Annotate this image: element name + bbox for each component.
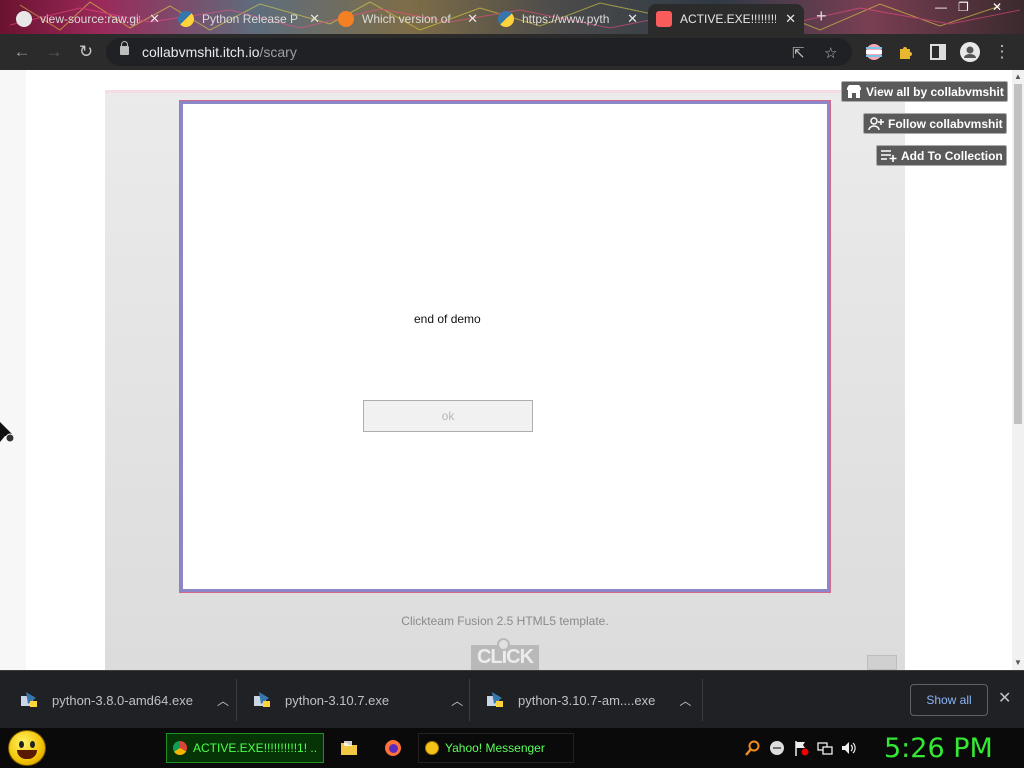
minimize-button[interactable]: —: [935, 0, 947, 14]
lock-icon: [120, 41, 129, 55]
network-icon[interactable]: [817, 740, 833, 756]
tab-active-exe[interactable]: ACTIVE.EXE!!!!!!!!!!1! ✕: [648, 4, 804, 34]
maximize-button[interactable]: ❐: [958, 0, 969, 14]
taskbar-item-label: ACTIVE.EXE!!!!!!!!!!1! ...: [193, 741, 317, 755]
page-viewport: end of demo ok Clickteam Fusion 2.5 HTML…: [0, 70, 1024, 670]
clickteam-credit: Clickteam Fusion 2.5 HTML5 template.: [401, 614, 609, 628]
url-text[interactable]: collabvmshit.itch.io/scary: [142, 44, 297, 60]
reload-icon[interactable]: ↻: [76, 42, 96, 62]
download-shelf: python-3.8.0-amd64.exe ︿ python-3.10.7.e…: [0, 670, 1024, 728]
game-frame: end of demo ok Clickteam Fusion 2.5 HTML…: [105, 90, 905, 670]
side-panel-icon[interactable]: [928, 42, 948, 62]
tab-python-org[interactable]: https://www.pyth ✕: [490, 4, 646, 34]
download-divider: [469, 679, 470, 721]
tab-label: ACTIVE.EXE!!!!!!!!!!1!: [680, 12, 776, 26]
ok-button[interactable]: ok: [363, 400, 533, 432]
installer-icon: [21, 692, 37, 707]
itch-icon: [656, 11, 672, 27]
itch-store-icon: [847, 85, 861, 98]
download-filename: python-3.10.7.exe: [285, 692, 390, 708]
github-icon: [16, 11, 32, 27]
search-icon[interactable]: [745, 740, 761, 756]
scroll-down-arrow-icon[interactable]: ▼: [1014, 658, 1022, 667]
bookmark-star-icon[interactable]: ☆: [824, 44, 837, 62]
download-filename: python-3.10.7-am....exe: [518, 692, 656, 708]
yahoo-messenger-icon: [425, 741, 439, 755]
new-tab-button[interactable]: +: [816, 6, 827, 27]
python-icon: [178, 11, 194, 27]
folder-icon[interactable]: [340, 739, 358, 757]
taskbar-item-active-exe[interactable]: ACTIVE.EXE!!!!!!!!!!1! ...: [166, 733, 324, 763]
messenger-status-icon[interactable]: [769, 740, 785, 756]
page-scrollbar[interactable]: ▲ ▼: [1012, 70, 1024, 670]
tab-which-version[interactable]: Which version of ✕: [330, 4, 486, 34]
tab-label: https://www.pyth: [522, 12, 610, 26]
game-canvas[interactable]: end of demo ok: [180, 101, 830, 592]
end-of-demo-text: end of demo: [414, 312, 481, 326]
taskbar-item-label: Yahoo! Messenger: [445, 741, 545, 755]
taskbar-clock[interactable]: 5:26 PM: [884, 733, 993, 764]
download-divider: [236, 679, 237, 721]
tab-label: Which version of: [362, 12, 451, 26]
chevron-up-icon[interactable]: ︿: [217, 692, 229, 709]
tab-label: Python Release P: [202, 12, 299, 26]
follow-button[interactable]: Follow collabvmshit: [863, 113, 1007, 134]
add-user-icon: [868, 117, 884, 130]
action-center-flag-icon[interactable]: [793, 740, 809, 756]
taskbar: ACTIVE.EXE!!!!!!!!!!1! ... Yahoo! Messen…: [0, 728, 1024, 768]
playlist-add-icon: [881, 150, 897, 162]
kebab-menu-icon[interactable]: ⋮: [992, 42, 1012, 62]
forward-icon[interactable]: →: [44, 42, 64, 62]
firefox-icon[interactable]: [384, 739, 402, 757]
python-icon: [498, 11, 514, 27]
window-close-button[interactable]: ✕: [992, 0, 1002, 14]
chevron-up-icon[interactable]: ︿: [679, 692, 691, 709]
download-item[interactable]: python-3.8.0-amd64.exe ︿: [20, 679, 229, 721]
game-frame-top-border: [105, 90, 905, 93]
extension-flag-icon[interactable]: [864, 42, 884, 62]
url-path: /scary: [259, 44, 297, 60]
share-icon[interactable]: ⇱: [792, 44, 805, 62]
tab-label: view-source:raw.githu: [40, 12, 140, 26]
download-item[interactable]: python-3.10.7.exe ︿: [253, 679, 463, 721]
download-divider: [702, 679, 703, 721]
browser-toolbar: ← → ↻ collabvmshit.itch.io/scary ⇱ ☆ ⋮: [0, 34, 1024, 70]
close-icon[interactable]: ✕: [627, 11, 638, 27]
scroll-up-arrow-icon[interactable]: ▲: [1014, 72, 1022, 81]
extensions-puzzle-icon[interactable]: [896, 42, 916, 62]
tab-strip: view-source:raw.githu ✕ Python Release P…: [0, 0, 1024, 34]
close-icon[interactable]: ✕: [309, 11, 320, 27]
page-left-margin: [0, 70, 26, 670]
volume-icon[interactable]: [841, 740, 857, 756]
address-bar[interactable]: collabvmshit.itch.io/scary ⇱ ☆: [106, 38, 852, 66]
stack-overflow-icon: [338, 11, 354, 27]
add-collection-label: Add To Collection: [901, 148, 1003, 163]
view-all-by-button[interactable]: View all by collabvmshit: [841, 81, 1008, 102]
cursor-icon: [0, 422, 15, 443]
url-domain: collabvmshit.itch.io: [142, 44, 260, 60]
view-all-label: View all by collabvmshit: [866, 84, 1004, 99]
back-icon[interactable]: ←: [12, 42, 32, 62]
start-button-smiley-icon[interactable]: [8, 730, 46, 766]
tab-view-source[interactable]: view-source:raw.githu ✕: [8, 4, 168, 34]
close-icon[interactable]: ✕: [785, 11, 796, 27]
close-download-shelf-icon[interactable]: ✕: [998, 688, 1011, 708]
download-item[interactable]: python-3.10.7-am....exe ︿: [486, 679, 691, 721]
chevron-up-icon[interactable]: ︿: [451, 692, 463, 709]
fullscreen-icon[interactable]: [867, 655, 897, 670]
close-icon[interactable]: ✕: [467, 11, 478, 27]
installer-icon: [487, 692, 503, 707]
taskbar-item-yahoo-messenger[interactable]: Yahoo! Messenger: [418, 733, 574, 763]
add-to-collection-button[interactable]: Add To Collection: [876, 145, 1007, 166]
show-all-button[interactable]: Show all: [910, 684, 988, 716]
installer-icon: [254, 692, 270, 707]
tab-python-release[interactable]: Python Release P ✕: [170, 4, 328, 34]
profile-avatar-icon[interactable]: [960, 42, 980, 62]
close-icon[interactable]: ✕: [149, 11, 160, 27]
scrollbar-thumb[interactable]: [1014, 84, 1022, 424]
chrome-icon: [173, 741, 187, 755]
follow-label: Follow collabvmshit: [888, 116, 1003, 131]
clickteam-logo: CLICK: [471, 638, 539, 670]
download-filename: python-3.8.0-amd64.exe: [52, 692, 193, 708]
